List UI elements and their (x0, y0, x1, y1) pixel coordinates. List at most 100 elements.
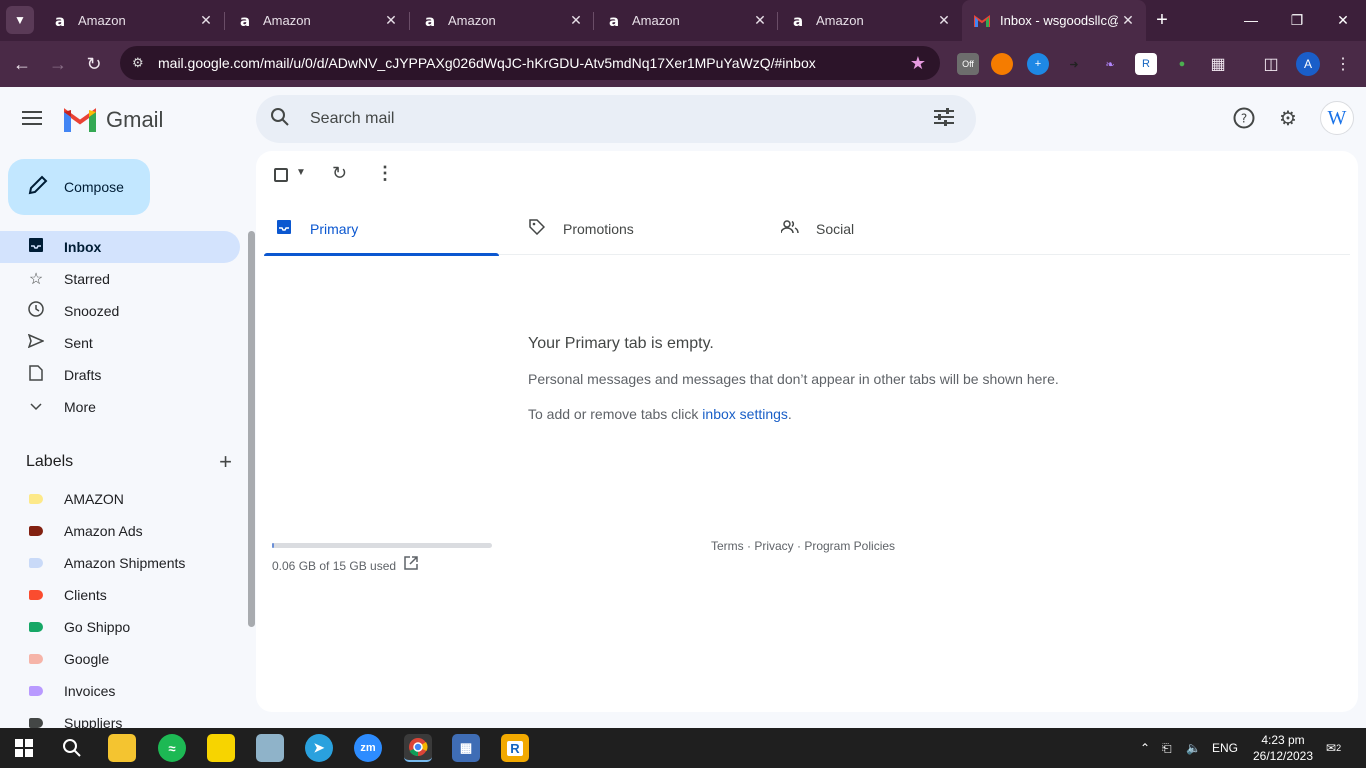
help-icon[interactable]: ? (1232, 107, 1256, 131)
gmail-logo[interactable]: Gmail (64, 107, 163, 133)
nav-item-drafts[interactable]: Drafts (0, 359, 240, 391)
select-all-checkbox[interactable] (274, 168, 288, 182)
new-tab-button[interactable]: + (1150, 8, 1174, 32)
label-name: Invoices (64, 683, 116, 699)
inbox-icon (274, 219, 294, 239)
label-item[interactable]: Google (0, 643, 248, 675)
spotify-icon[interactable]: ≈ (158, 734, 186, 762)
show-hidden-icons[interactable]: ⌃ (1140, 728, 1150, 768)
browser-profile-avatar[interactable]: A (1296, 52, 1320, 76)
add-label-button[interactable]: + (219, 449, 232, 475)
side-panel-icon[interactable]: ◫ (1260, 53, 1282, 75)
window-close-button[interactable]: ✕ (1320, 0, 1366, 41)
sticky-notes-icon[interactable] (207, 734, 235, 762)
forward-button[interactable]: → (45, 51, 71, 77)
label-item[interactable]: Amazon Ads (0, 515, 248, 547)
menu-icon[interactable]: ⋮ (1332, 53, 1354, 75)
notepad-icon[interactable] (256, 734, 284, 762)
close-icon[interactable]: ✕ (196, 12, 216, 29)
feather-extension-icon[interactable]: ❧ (1099, 53, 1121, 75)
label-item[interactable]: Clients (0, 579, 248, 611)
gmail-icon (974, 13, 990, 29)
extension-icon[interactable]: ➜ (1063, 53, 1085, 75)
network-icon[interactable]: ⎗ (1162, 728, 1172, 768)
browser-tab[interactable]: a Amazon ✕ (778, 0, 962, 41)
tag-icon (527, 218, 547, 240)
search-options-icon[interactable] (934, 107, 958, 131)
label-tag-icon (29, 654, 43, 664)
tab-promotions[interactable]: Promotions (517, 203, 752, 255)
extension-icon[interactable]: ● (1171, 53, 1193, 75)
zoom-icon[interactable]: zm (354, 734, 382, 762)
site-info-icon[interactable]: ⚙ (132, 55, 148, 71)
account-avatar[interactable]: W (1320, 101, 1354, 135)
close-icon[interactable]: ✕ (934, 12, 954, 29)
instructions-suffix: . (787, 406, 792, 422)
compose-button[interactable]: Compose (8, 159, 150, 215)
app-r-icon[interactable]: R (501, 734, 529, 762)
notification-icon[interactable]: ✉ 2 (1326, 728, 1341, 768)
extension-icon[interactable]: R (1135, 53, 1157, 75)
nav-item-snoozed[interactable]: Snoozed (0, 295, 240, 327)
search-icon[interactable] (270, 107, 294, 132)
nav-item-sent[interactable]: Sent (0, 327, 240, 359)
nav-item-inbox[interactable]: Inbox (0, 231, 240, 263)
star-icon: ☆ (28, 271, 44, 288)
reload-button[interactable]: ↻ (81, 51, 107, 77)
chrome-icon[interactable] (404, 734, 432, 762)
tab-search-button[interactable]: ▼ (6, 6, 34, 34)
open-external-icon[interactable] (404, 556, 418, 573)
windows-start-icon[interactable] (10, 734, 38, 762)
tab-primary[interactable]: Primary (264, 203, 499, 256)
bookmark-star-icon[interactable]: ★ (910, 53, 926, 74)
close-icon[interactable]: ✕ (1118, 12, 1138, 29)
extension-icon[interactable]: + (1027, 53, 1049, 75)
nav-item-more[interactable]: More (0, 391, 240, 423)
telegram-icon[interactable]: ➤ (305, 734, 333, 762)
label-item[interactable]: Invoices (0, 675, 248, 707)
close-icon[interactable]: ✕ (381, 12, 401, 29)
close-icon[interactable]: ✕ (750, 12, 770, 29)
extension-off-icon[interactable]: Off (957, 53, 979, 75)
language-indicator[interactable]: ENG (1212, 728, 1238, 768)
search-icon[interactable] (58, 734, 86, 762)
select-caret-icon[interactable]: ▼ (296, 167, 306, 178)
calculator-icon[interactable]: ▦ (452, 734, 480, 762)
settings-gear-icon[interactable]: ⚙ (1276, 107, 1300, 131)
footer-links[interactable]: Terms · Privacy · Program Policies (711, 539, 895, 553)
label-item[interactable]: Go Shippo (0, 611, 248, 643)
url-text[interactable]: mail.google.com/mail/u/0/d/ADwNV_cJYPPAX… (158, 55, 910, 71)
browser-tab-active[interactable]: Inbox - wsgoodsllc@ ✕ (962, 0, 1146, 41)
clock-icon (26, 300, 46, 322)
close-icon[interactable]: ✕ (566, 12, 586, 29)
puzzle-icon[interactable]: ▦ (1207, 53, 1229, 75)
browser-tab[interactable]: a Amazon ✕ (225, 0, 409, 41)
nav-item-starred[interactable]: ☆ Starred (0, 263, 240, 295)
tab-label: Primary (310, 221, 359, 237)
address-bar[interactable]: ⚙ mail.google.com/mail/u/0/d/ADwNV_cJYPP… (120, 46, 940, 80)
volume-icon[interactable]: 🔈 (1186, 728, 1201, 768)
tab-title: Amazon (816, 13, 864, 28)
file-explorer-icon[interactable] (108, 734, 136, 762)
empty-state: Your Primary tab is empty. Personal mess… (528, 335, 1059, 422)
search-input[interactable] (310, 110, 934, 128)
browser-tab[interactable]: a Amazon ✕ (410, 0, 594, 41)
sidebar-scrollbar[interactable] (248, 231, 255, 627)
refresh-icon[interactable]: ↻ (332, 163, 347, 184)
inbox-settings-link[interactable]: inbox settings (702, 406, 788, 422)
more-options-icon[interactable]: ⋮ (376, 163, 394, 184)
browser-tab-strip: ▼ a Amazon ✕ a Amazon ✕ a Amazon ✕ a Ama… (0, 0, 1366, 41)
label-item[interactable]: Amazon Shipments (0, 547, 248, 579)
browser-tab[interactable]: a Amazon ✕ (594, 0, 778, 41)
extension-icon[interactable] (991, 53, 1013, 75)
back-button[interactable]: ← (9, 51, 35, 77)
tab-social[interactable]: Social (770, 203, 1005, 255)
restore-button[interactable]: ❐ (1274, 0, 1320, 41)
browser-tab[interactable]: a Amazon ✕ (40, 0, 224, 41)
clock-time: 4:23 pm (1261, 733, 1305, 747)
main-menu-button[interactable] (22, 107, 50, 131)
minimize-button[interactable]: — (1228, 0, 1274, 41)
nav-label: Snoozed (64, 303, 120, 319)
label-item[interactable]: AMAZON (0, 483, 248, 515)
clock[interactable]: 4:23 pm 26/12/2023 (1246, 732, 1320, 764)
